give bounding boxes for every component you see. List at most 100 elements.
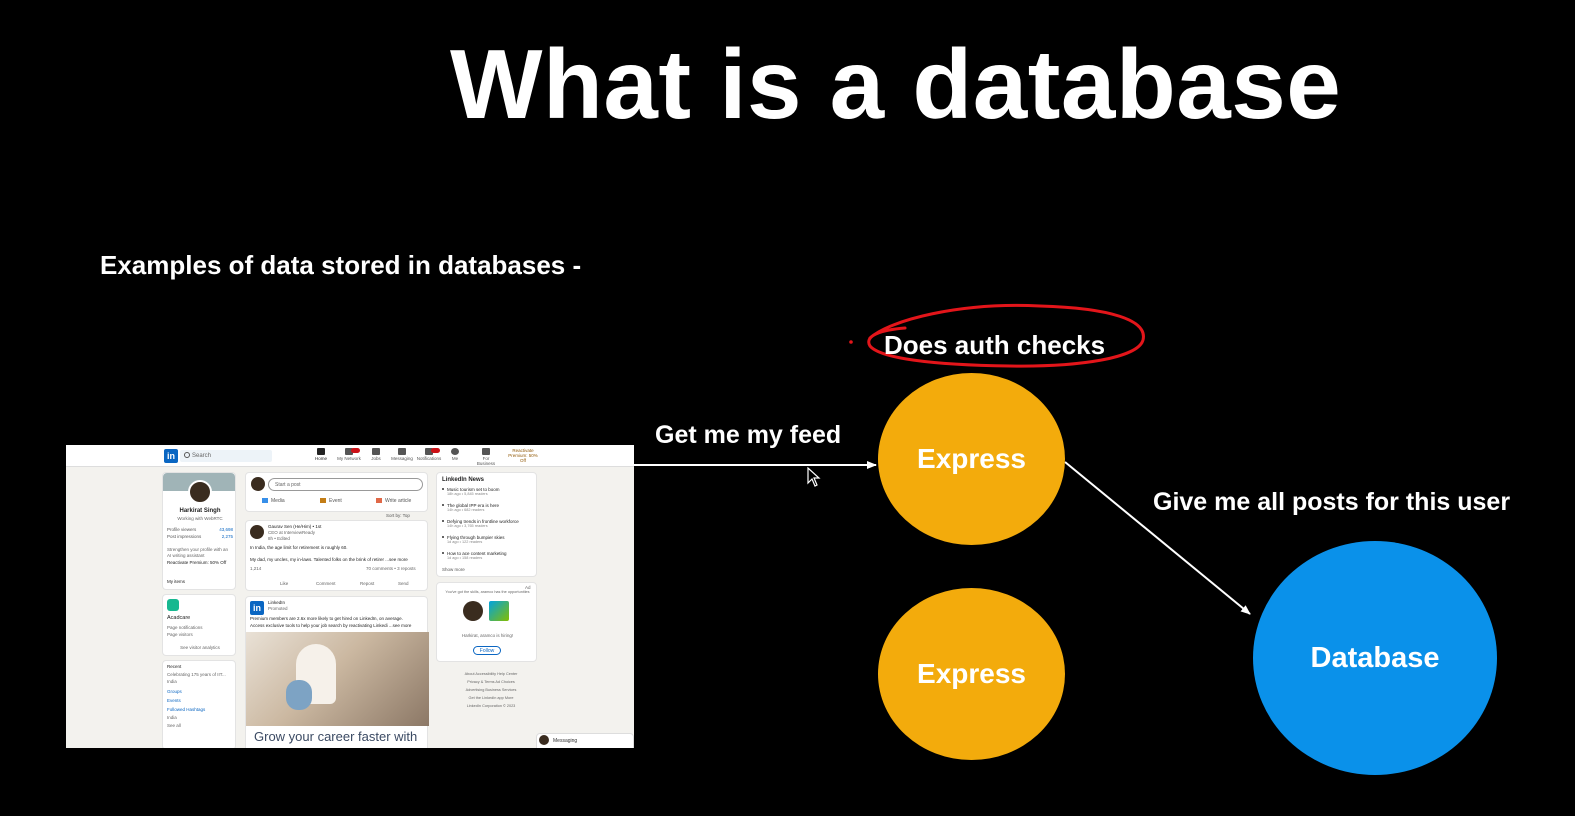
- footer-row: About Accessibility Help Center: [464, 672, 518, 676]
- comment-count: 70 comments • 3 reposts: [366, 566, 416, 571]
- bullet-icon: [442, 504, 444, 506]
- linkedin-search-input: Search: [180, 450, 272, 462]
- nav-notifications: Notifications: [416, 447, 442, 465]
- nav-jobs-label: Jobs: [371, 456, 381, 461]
- profile-viewers: Profile viewers 43,698: [167, 527, 233, 532]
- footer-row: Get the LinkedIn app More: [468, 696, 514, 700]
- edge-label-get-feed: Get me my feed: [655, 421, 842, 449]
- calendar-icon: [320, 498, 326, 503]
- post-image-child: [286, 680, 312, 710]
- reaction-count: 1,214: [250, 566, 262, 571]
- profile-viewers-value: 43,698: [219, 527, 233, 532]
- ad-text: You've got the skills, aramco has the op…: [445, 590, 530, 594]
- like-button: Like: [280, 581, 289, 586]
- recent-heading: Recent: [167, 664, 182, 669]
- grid-icon: [482, 448, 490, 455]
- news-item: Music tourism set to boom 18h ago • 5,845…: [442, 487, 534, 496]
- profile-name: Harkirat Singh: [179, 508, 221, 514]
- auth-checks-annotation: Does auth checks: [884, 330, 1106, 360]
- nav-me-label: Me: [451, 456, 459, 461]
- recent-item: India: [167, 679, 177, 684]
- send-button: Send: [398, 581, 409, 586]
- news-meta: 1d ago • 122 readers: [447, 540, 483, 544]
- media-icon: [262, 498, 268, 503]
- arrow-express-to-database: [1064, 461, 1251, 615]
- annotation-dot: [849, 340, 853, 344]
- footer-row: Privacy & Terms Ad Choices: [467, 680, 515, 684]
- slide: What is a database Examples of data stor…: [0, 0, 1575, 816]
- news-meta: 1d ago • 158 readers: [447, 556, 483, 560]
- media-action: Media: [262, 498, 285, 504]
- slide-subtitle: Examples of data stored in databases -: [100, 250, 582, 280]
- acadcare-logo: [167, 599, 179, 611]
- news-meta: 14h ago • 3,765 readers: [447, 524, 488, 528]
- events-link: Events: [167, 698, 181, 703]
- ad-hiring: Harkirat, aramco is hiring!: [461, 633, 514, 638]
- show-more-link: Show more: [442, 567, 465, 572]
- profile-viewers-label: Profile viewers: [167, 527, 197, 532]
- promoted-post: in LinkedIn Promoted Premium members are…: [245, 596, 429, 748]
- linkedin-feed-screenshot: in Search Home My Network Jobs Messaging…: [66, 445, 634, 748]
- post-author-subtitle: Promoted: [268, 606, 288, 611]
- hashtag-item: India: [167, 715, 177, 720]
- linkedin-logo: in: [250, 601, 264, 615]
- express-server-node-2: Express: [878, 588, 1065, 760]
- nav-messaging-label: Messaging: [391, 456, 413, 461]
- nav-for-business-label: For Business: [476, 456, 496, 466]
- bullet-icon: [442, 520, 444, 522]
- nav-messaging: Messaging: [389, 447, 415, 465]
- post-impressions: Post impressions 2,275: [167, 534, 233, 539]
- avatar: [539, 735, 549, 745]
- premium-cta: Reactivate Premium: 50% Off: [508, 448, 538, 463]
- event-label: Event: [329, 498, 342, 504]
- my-items: My items: [167, 579, 185, 584]
- news-meta: 14h ago • 682 readers: [447, 508, 485, 512]
- nav-my-network-label: My Network: [337, 456, 361, 461]
- page-notifications: Page notifications: [167, 625, 203, 630]
- page-name: Acadcare: [167, 615, 191, 621]
- follow-button: Follow: [473, 646, 501, 655]
- profile-promo: Strengthen your profile with an AI writi…: [167, 547, 229, 558]
- premium-link: Reactivate Premium: 50% Off: [167, 560, 227, 565]
- mouse-cursor-icon: [807, 467, 821, 487]
- page-visitors: Page visitors: [167, 632, 193, 637]
- post-impressions-value: 2,275: [221, 534, 233, 539]
- news-item: Defying trends in frontline workforce 14h…: [442, 519, 534, 528]
- nav-jobs: Jobs: [363, 447, 389, 465]
- avatar: [463, 601, 483, 621]
- nav-notifications-label: Notifications: [416, 456, 442, 461]
- bullet-icon: [442, 536, 444, 538]
- post-impressions-label: Post impressions: [167, 534, 202, 539]
- linkedin-logo: in: [164, 449, 178, 463]
- avatar: [250, 525, 264, 539]
- start-post-input: Start a post: [268, 478, 423, 491]
- news-item: Flying through bumpier skies 1d ago • 122…: [442, 535, 534, 544]
- bullet-icon: [442, 552, 444, 554]
- briefcase-icon: [372, 448, 380, 455]
- see-visitor-analytics: See visitor analytics: [180, 645, 220, 650]
- page-card: Acadcare Page notifications Page visitor…: [162, 594, 236, 656]
- linkedin-news-card: LinkedIn News Music tourism set to boom 1…: [436, 472, 537, 577]
- footer-copyright: LinkedIn Corporation © 2023: [466, 704, 516, 708]
- avatar-icon: [451, 448, 459, 455]
- search-icon: [184, 452, 190, 458]
- groups-link: Groups: [167, 689, 182, 694]
- post-text: Access exclusive tools to help your job …: [250, 623, 412, 628]
- news-item: The global IPP era is here 14h ago • 682 …: [442, 503, 534, 512]
- edge-label-get-posts: Give me all posts for this user: [1153, 488, 1511, 516]
- messaging-bar: Messaging: [536, 733, 634, 748]
- footer-links: About Accessibility Help Center Privacy …: [446, 670, 536, 710]
- message-icon: [398, 448, 406, 455]
- recent-card: Recent Celebrating 175 years of IIT... I…: [162, 660, 236, 748]
- nav-home: Home: [308, 447, 334, 465]
- nav-me: Me: [442, 447, 468, 465]
- slide-title: What is a database: [450, 29, 1342, 139]
- nav-my-network: My Network: [336, 447, 362, 465]
- post-text: Premium members are 2.6x more likely to …: [250, 616, 403, 621]
- article-icon: [376, 498, 382, 503]
- post-text: In India, the age limit for retirement i…: [250, 545, 348, 550]
- post-composer: Start a post Media Event Write article: [245, 472, 428, 512]
- ad-card: Ad You've got the skills, aramco has the…: [436, 582, 537, 662]
- avatar: [251, 477, 265, 491]
- event-action: Event: [320, 498, 342, 504]
